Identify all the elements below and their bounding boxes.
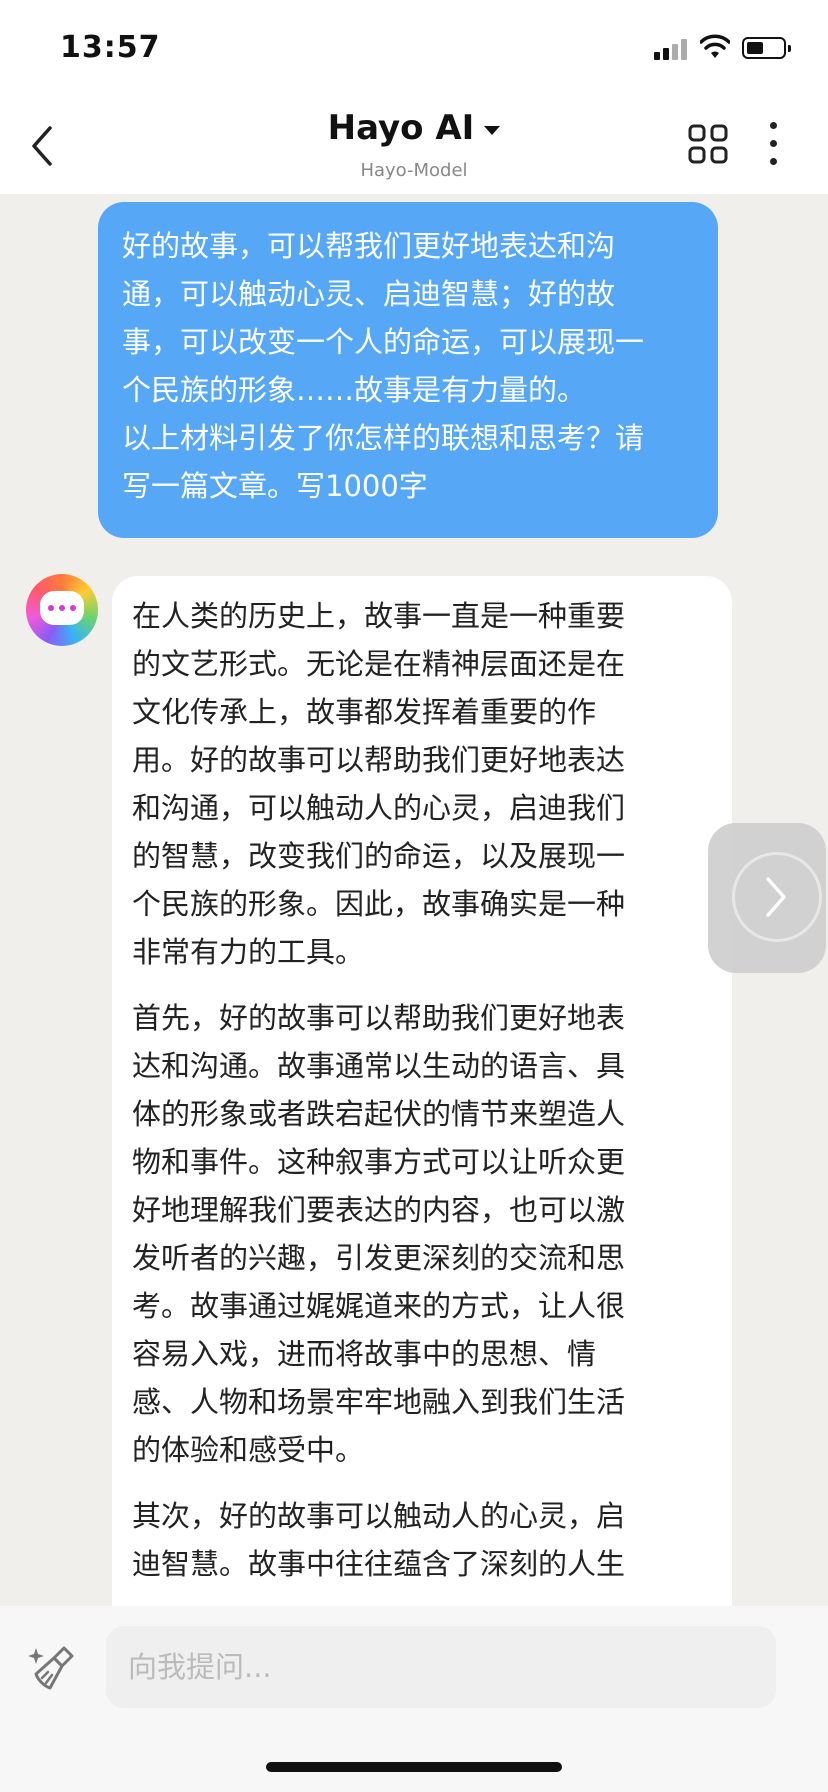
message-line: 事，可以改变一个人的命运，可以展现一 [122,325,645,359]
message-line: 的体验和感受中。 [132,1433,365,1467]
more-vertical-icon[interactable] [768,122,780,166]
message-line: 通，可以触动心灵、启迪智慧；好的故 [122,277,616,311]
chat-area[interactable]: 好的故事，可以帮我们更好地表达和沟 通，可以触动心灵、启迪智慧；好的故 事，可以… [0,194,828,1606]
ai-paragraph: 其次，好的故事可以触动人的心灵，启 迪智慧。故事中往往蕴含了深刻的人生 [132,1492,712,1588]
wifi-icon [700,34,730,58]
message-line: 用。好的故事可以帮助我们更好地表达 [132,743,626,777]
ai-paragraph: 在人类的历史上，故事一直是一种重要 的文艺形式。无论是在精神层面还是在 文化传承… [132,592,712,976]
message-line: 个民族的形象。因此，故事确实是一种 [132,887,626,921]
message-line: 好的故事，可以帮我们更好地表达和沟 [122,229,616,263]
next-page-button[interactable] [708,823,826,973]
message-line: 感、人物和场景牢牢地融入到我们生活 [132,1385,626,1419]
message-line: 在人类的历史上，故事一直是一种重要 [132,599,626,633]
message-line: 写一篇文章。写1000字 [122,469,428,503]
message-line: 的文艺形式。无论是在精神层面还是在 [132,647,626,681]
home-indicator[interactable] [266,1762,562,1772]
message-line: 体的形象或者跌宕起伏的情节来塑造人 [132,1097,626,1131]
status-time: 13:57 [60,30,161,65]
ai-avatar[interactable] [26,574,98,646]
message-line: 容易入戏，进而将故事中的思想、情 [132,1337,597,1371]
message-line: 发听者的兴趣，引发更深刻的交流和思 [132,1241,626,1275]
broom-icon[interactable] [28,1642,82,1696]
message-line: 首先，好的故事可以帮助我们更好地表 [132,1001,626,1035]
message-line: 物和事件。这种叙事方式可以让听众更 [132,1145,626,1179]
message-line: 好地理解我们要表达的内容，也可以激 [132,1193,626,1227]
message-line: 的智慧，改变我们的命运，以及展现一 [132,839,626,873]
status-bar: 13:57 [0,0,828,92]
question-input[interactable] [106,1626,776,1708]
chat-title: Hayo AI [327,108,475,148]
chevron-down-icon [484,126,501,135]
message-line: 考。故事通过娓娓道来的方式，让人很 [132,1289,626,1323]
grid-icon[interactable] [688,124,728,164]
message-line: 达和沟通。故事通常以生动的语言、具 [132,1049,626,1083]
message-line: 文化传承上，故事都发挥着重要的作 [132,695,597,729]
battery-icon [742,37,791,59]
navigation-bar: Hayo AI Hayo-Model [0,92,828,194]
message-line: 迪智慧。故事中往往蕴含了深刻的人生 [132,1547,626,1581]
ai-paragraph: 首先，好的故事可以帮助我们更好地表 达和沟通。故事通常以生动的语言、具 体的形象… [132,994,712,1474]
message-line: 非常有力的工具。 [132,935,365,969]
chat-bubble-icon [40,591,84,625]
message-line: 其次，好的故事可以触动人的心灵，启 [132,1499,626,1533]
message-line: 个民族的形象……故事是有力量的。 [122,373,587,407]
user-message-bubble[interactable]: 好的故事，可以帮我们更好地表达和沟 通，可以触动心灵、启迪智慧；好的故 事，可以… [98,202,718,538]
message-line: 以上材料引发了你怎样的联想和思考？请 [122,421,645,455]
signal-icon [654,38,690,60]
message-line: 和沟通，可以触动人的心灵，启迪我们 [132,791,626,825]
ai-message-bubble[interactable]: 在人类的历史上，故事一直是一种重要 的文艺形式。无论是在精神层面还是在 文化传承… [112,576,732,1606]
chevron-right-icon [766,877,786,917]
